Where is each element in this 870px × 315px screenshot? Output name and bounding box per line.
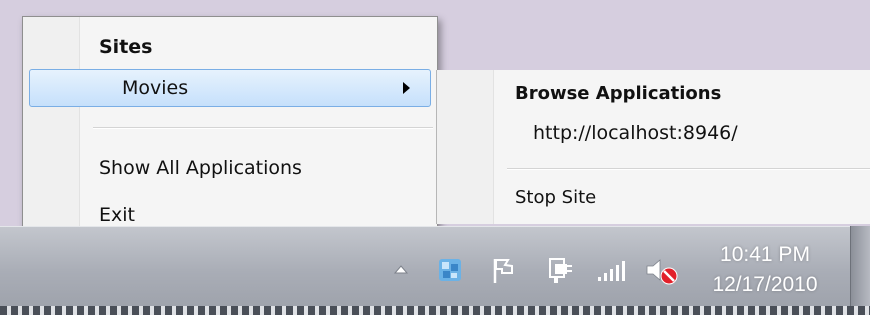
submenu-item-stop-site[interactable]: Stop Site: [515, 187, 596, 208]
sites-context-menu: Sites Movies Show All Applications Exit: [22, 16, 438, 240]
menu-header-sites: Sites: [99, 36, 153, 58]
iis-express-icon[interactable]: [436, 256, 464, 284]
power-plug-icon[interactable]: [546, 255, 574, 285]
submenu-header-browse-applications: Browse Applications: [515, 83, 722, 104]
submenu-item-localhost-url[interactable]: http://localhost:8946/: [533, 122, 738, 144]
menu-item-movies-label: Movies: [122, 77, 189, 99]
action-center-flag-icon[interactable]: [490, 256, 518, 286]
network-signal-icon[interactable]: [596, 258, 628, 284]
submenu-arrow-icon: [403, 82, 410, 94]
clock-time: 10:41 PM: [720, 243, 810, 266]
screen-bottom-edge: [0, 306, 870, 315]
menu-item-show-all-applications[interactable]: Show All Applications: [23, 148, 437, 188]
menu-separator: [93, 127, 433, 129]
volume-muted-icon[interactable]: [644, 256, 680, 286]
movies-submenu: Browse Applications http://localhost:894…: [436, 70, 870, 224]
menu-item-movies[interactable]: Movies: [29, 69, 431, 107]
submenu-separator: [507, 168, 870, 170]
clock-date: 12/17/2010: [712, 273, 818, 296]
show-desktop-button[interactable]: [850, 226, 870, 308]
submenu-icon-gutter: [437, 70, 494, 224]
show-hidden-icons-arrow-icon[interactable]: [393, 262, 409, 276]
taskbar-clock[interactable]: 10:41 PM 12/17/2010: [700, 240, 830, 300]
